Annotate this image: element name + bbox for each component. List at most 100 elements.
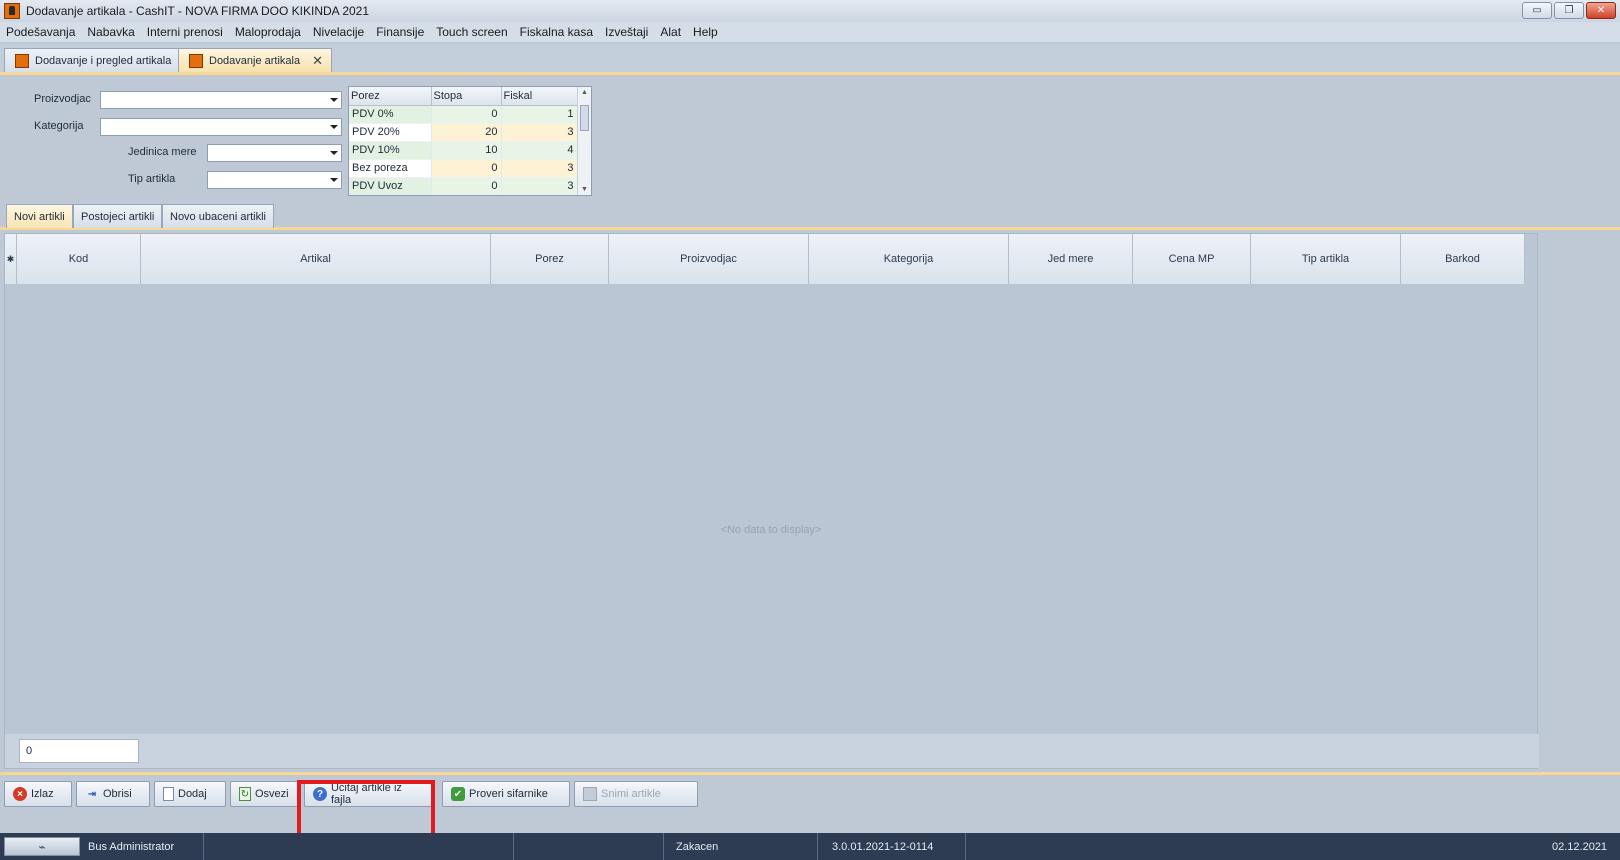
tax-fiskal-cell[interactable]: 3 (501, 123, 578, 142)
izlaz-button[interactable]: × Izlaz (4, 781, 72, 807)
tax-grid[interactable]: Porez Stopa Fiskal PDV 0% 0 1 PDV 20% 20… (348, 86, 592, 196)
chevron-down-icon[interactable] (330, 151, 338, 155)
window-controls: ▭ ❐ ✕ (1522, 2, 1616, 19)
status-empty-2 (514, 833, 664, 860)
tax-col-porez[interactable]: Porez (349, 87, 432, 106)
app-tab-icon (15, 53, 29, 68)
osvezi-button[interactable]: ↻ Osvezi (230, 781, 300, 807)
tax-fiskal-cell[interactable]: 3 (501, 159, 578, 178)
new-document-icon (163, 787, 174, 801)
tax-porez-cell[interactable]: PDV Uvoz (349, 177, 432, 195)
tab-dodavanje-artikala[interactable]: Dodavanje artikala ✕ (178, 48, 333, 72)
dodaj-button[interactable]: Dodaj (154, 781, 226, 807)
scroll-up-icon[interactable]: ▲ (581, 89, 588, 96)
tax-fiskal-cell[interactable]: 4 (501, 141, 578, 160)
tab-dodavanje-i-pregled[interactable]: Dodavanje i pregled artikala (4, 48, 181, 72)
articles-grid[interactable]: ✱ Kod Artikal Porez Proizvodjac Kategori… (4, 233, 1539, 769)
tax-row[interactable]: PDV 10% 10 4 (349, 141, 578, 160)
status-bar: ⌁ Bus Administrator Zakacen 3.0.01.2021-… (0, 833, 1620, 860)
tax-row[interactable]: PDV Uvoz 0 3 (349, 177, 578, 195)
col-barkod[interactable]: Barkod (1401, 234, 1525, 284)
col-artikal[interactable]: Artikal (141, 234, 491, 284)
col-porez[interactable]: Porez (491, 234, 609, 284)
app-tab-icon (189, 53, 203, 68)
tax-stopa-cell[interactable]: 0 (431, 177, 502, 195)
obrisi-label: Obrisi (103, 788, 132, 800)
tab-label: Dodavanje artikala (209, 54, 301, 67)
menu-touch-screen[interactable]: Touch screen (436, 25, 507, 39)
tax-porez-cell[interactable]: Bez poreza (349, 159, 432, 178)
tab-novi-artikli[interactable]: Novi artikli (6, 204, 73, 228)
status-date: 02.12.2021 (1552, 840, 1608, 853)
tax-grid-scrollbar[interactable]: ▲ ▼ (577, 87, 591, 195)
proveri-label: Proveri sifarnike (469, 788, 548, 800)
delete-arrow-icon: ⇥ (87, 788, 97, 800)
tax-stopa-cell[interactable]: 0 (431, 105, 502, 124)
kategorija-label: Kategorija (34, 120, 84, 132)
chevron-down-icon[interactable] (330, 98, 338, 102)
chevron-down-icon[interactable] (330, 178, 338, 182)
menu-alat[interactable]: Alat (660, 25, 681, 39)
minimize-button[interactable]: ▭ (1522, 2, 1552, 19)
obrisi-button[interactable]: ⇥ Obrisi (76, 781, 150, 807)
exit-icon: × (13, 787, 27, 801)
tax-porez-cell[interactable]: PDV 20% (349, 123, 432, 142)
status-version: 3.0.01.2021-12-0114 (826, 833, 966, 860)
menu-help[interactable]: Help (693, 25, 718, 39)
status-empty (204, 833, 514, 860)
jedinica-mere-label: Jedinica mere (128, 146, 197, 158)
no-data-message: <No data to display> (720, 524, 822, 536)
tax-fiskal-cell[interactable]: 1 (501, 105, 578, 124)
proveri-sifarnike-button[interactable]: ✔ Proveri sifarnike (442, 781, 570, 807)
tab-novo-ubaceni-artikli[interactable]: Novo ubaceni artikli (162, 204, 274, 228)
jedinica-mere-combo[interactable] (207, 144, 342, 162)
tax-stopa-cell[interactable]: 0 (431, 159, 502, 178)
snimi-artikle-button[interactable]: Snimi artikle (574, 781, 698, 807)
scroll-down-icon[interactable]: ▼ (581, 186, 588, 193)
article-tabs: Novi artikli Postojeci artikli Novo ubac… (0, 200, 1620, 230)
menu-finansije[interactable]: Finansije (376, 25, 424, 39)
dodaj-label: Dodaj (178, 788, 207, 800)
tax-col-fiskal[interactable]: Fiskal (501, 87, 578, 106)
tax-row[interactable]: Bez poreza 0 3 (349, 159, 578, 178)
tip-artikla-label: Tip artikla (128, 173, 176, 185)
tax-porez-cell[interactable]: PDV 10% (349, 141, 432, 160)
tax-row[interactable]: PDV 0% 0 1 (349, 105, 578, 124)
col-cena-mp[interactable]: Cena MP (1133, 234, 1251, 284)
col-proizvodjac[interactable]: Proizvodjac (609, 234, 809, 284)
kategorija-combo[interactable] (100, 118, 342, 136)
menu-izvestaji[interactable]: Izveštaji (605, 25, 648, 39)
proizvodjac-label: Proizvodjac (34, 93, 91, 105)
proizvodjac-combo[interactable] (100, 91, 342, 109)
menu-nabavka[interactable]: Nabavka (87, 25, 134, 39)
menu-podesavanja[interactable]: Podešavanja (6, 25, 75, 39)
menu-fiskalna-kasa[interactable]: Fiskalna kasa (520, 25, 593, 39)
tax-grid-header: Porez Stopa Fiskal (349, 87, 578, 106)
scroll-thumb[interactable] (580, 105, 589, 131)
col-kategorija[interactable]: Kategorija (809, 234, 1009, 284)
tab-postojeci-artikli[interactable]: Postojeci artikli (73, 204, 163, 228)
close-tab-icon[interactable]: ✕ (312, 53, 323, 69)
grid-header: ✱ Kod Artikal Porez Proizvodjac Kategori… (5, 234, 1525, 284)
menu-maloprodaja[interactable]: Maloprodaja (235, 25, 301, 39)
chevron-down-icon[interactable] (330, 125, 338, 129)
tab-label: Dodavanje i pregled artikala (35, 54, 172, 67)
menu-interni-prenosi[interactable]: Interni prenosi (147, 25, 223, 39)
restore-button[interactable]: ❐ (1554, 2, 1584, 19)
close-button[interactable]: ✕ (1586, 2, 1616, 19)
col-jed-mere[interactable]: Jed mere (1009, 234, 1133, 284)
action-toolbar: × Izlaz ⇥ Obrisi Dodaj ↻ Osvezi ? Ucitaj… (0, 772, 1620, 812)
tax-row[interactable]: PDV 20% 20 3 (349, 123, 578, 142)
tax-porez-cell[interactable]: PDV 0% (349, 105, 432, 124)
col-kod[interactable]: Kod (17, 234, 141, 284)
refresh-icon: ↻ (239, 787, 251, 801)
col-tip-artikla[interactable]: Tip artikla (1251, 234, 1401, 284)
tip-artikla-combo[interactable] (207, 171, 342, 189)
tax-fiskal-cell[interactable]: 3 (501, 177, 578, 195)
save-icon (583, 787, 597, 801)
menu-bar: Podešavanja Nabavka Interni prenosi Malo… (0, 22, 1620, 42)
menu-nivelacije[interactable]: Nivelacije (313, 25, 364, 39)
tax-col-stopa[interactable]: Stopa (431, 87, 502, 106)
tax-stopa-cell[interactable]: 20 (431, 123, 502, 142)
tax-stopa-cell[interactable]: 10 (431, 141, 502, 160)
